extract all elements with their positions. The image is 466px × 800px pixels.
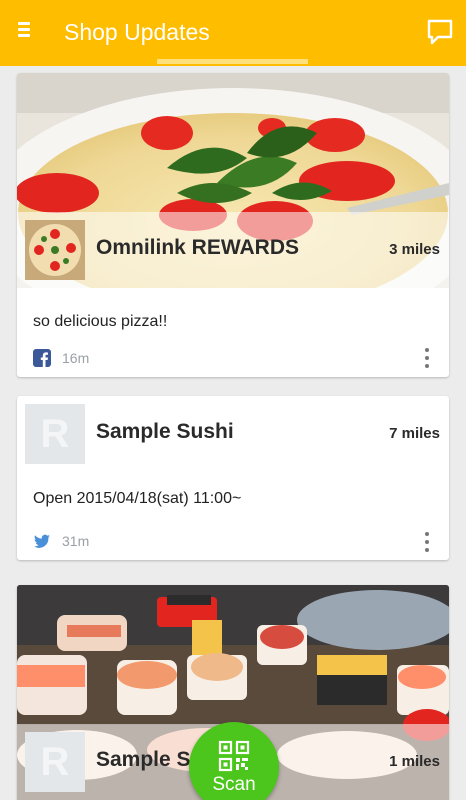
shop-avatar-placeholder: R bbox=[25, 404, 85, 464]
post-card[interactable]: Omnilink REWARDS 3 miles so delicious pi… bbox=[17, 73, 449, 377]
shop-distance: 7 miles bbox=[389, 425, 440, 442]
menu-icon[interactable] bbox=[18, 22, 32, 40]
facebook-icon bbox=[33, 349, 51, 367]
shop-name: Omnilink REWARDS bbox=[96, 236, 300, 259]
shop-distance: 3 miles bbox=[389, 241, 440, 258]
tab-indicator bbox=[0, 59, 466, 66]
post-time: 16m bbox=[62, 350, 90, 366]
shop-name: Sample S bbox=[96, 748, 191, 771]
shop-avatar-placeholder: R bbox=[25, 732, 85, 792]
scan-label: Scan bbox=[212, 774, 256, 795]
page-title: Shop Updates bbox=[64, 19, 210, 45]
twitter-icon bbox=[34, 534, 50, 548]
shop-avatar bbox=[25, 220, 85, 280]
shop-name: Sample Sushi bbox=[96, 420, 234, 443]
post-time: 31m bbox=[62, 533, 90, 549]
feed[interactable]: Omnilink REWARDS 3 miles so delicious pi… bbox=[0, 66, 466, 800]
shop-header[interactable]: R Sample Sushi 7 miles bbox=[17, 396, 449, 472]
chat-bubble-icon[interactable] bbox=[426, 18, 454, 46]
post-message: Open 2015/04/18(sat) 11:00~ bbox=[33, 490, 242, 507]
post-card[interactable]: R Sample Sushi 7 miles Open 2015/04/18(s… bbox=[17, 396, 449, 560]
shop-header[interactable]: Omnilink REWARDS 3 miles bbox=[17, 212, 449, 288]
more-options-icon[interactable] bbox=[423, 532, 431, 554]
qr-code-icon bbox=[218, 740, 250, 772]
shop-distance: 1 miles bbox=[389, 753, 440, 770]
app-bar: Shop Updates bbox=[0, 0, 466, 66]
post-message: so delicious pizza!! bbox=[33, 313, 168, 330]
more-options-icon[interactable] bbox=[423, 348, 431, 370]
